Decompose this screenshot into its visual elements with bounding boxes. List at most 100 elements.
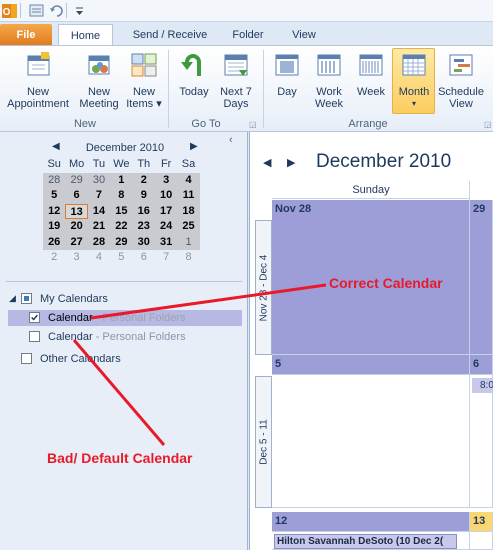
weekday-header: Tu bbox=[92, 158, 106, 170]
calendar-prev-icon[interactable]: ◀ bbox=[263, 156, 271, 169]
calendar-next-icon[interactable]: ▶ bbox=[287, 156, 295, 169]
mini-cal-day[interactable]: 3 bbox=[65, 250, 87, 266]
mini-cal-day[interactable]: 19 bbox=[43, 219, 66, 235]
day-cell-12-header[interactable]: 12 bbox=[272, 512, 470, 532]
day-number: 13 bbox=[473, 515, 486, 527]
annotation-bad-calendar: Bad/ Default Calendar bbox=[47, 450, 193, 466]
expand-my-calendars-icon[interactable]: ◢ bbox=[9, 293, 16, 304]
mini-cal-day[interactable]: 9 bbox=[132, 188, 155, 204]
calendar-1-checkbox[interactable] bbox=[29, 312, 40, 323]
day-view-button[interactable]: Day bbox=[268, 50, 306, 98]
new-appointment-icon bbox=[27, 52, 50, 76]
mini-cal-day[interactable]: 1 bbox=[110, 172, 133, 188]
my-calendars-group-checkbox[interactable] bbox=[21, 293, 32, 304]
week-rail-1[interactable]: Nov 28 - Dec 4 bbox=[255, 220, 272, 355]
week-range-label: Nov 28 - Dec 4 bbox=[258, 254, 269, 321]
undo-icon[interactable] bbox=[48, 2, 65, 19]
new-items-label-2: Items ▾ bbox=[126, 98, 162, 110]
calendar-2-item[interactable]: Calendar - Personal Folders bbox=[48, 331, 186, 343]
mini-cal-day[interactable]: 18 bbox=[177, 203, 200, 219]
schedule-view-button[interactable]: Schedule View bbox=[436, 50, 486, 110]
customize-toolbar-icon[interactable] bbox=[71, 2, 88, 19]
mini-cal-next-icon[interactable]: ▶ bbox=[190, 141, 198, 152]
mini-cal-day[interactable]: 27 bbox=[65, 234, 88, 250]
week-rail-2[interactable]: Dec 5 - 11 bbox=[255, 376, 272, 508]
event-chip[interactable]: 8:0 bbox=[472, 378, 493, 393]
today-button[interactable]: Today bbox=[172, 50, 216, 98]
outlook-logo-icon[interactable]: O bbox=[1, 2, 18, 19]
day-number: Nov 28 bbox=[275, 203, 312, 215]
mini-cal-day[interactable]: 8 bbox=[177, 250, 199, 266]
mini-cal-day[interactable]: 22 bbox=[110, 219, 133, 235]
mini-cal-day[interactable]: 23 bbox=[132, 219, 155, 235]
mini-cal-day[interactable]: 30 bbox=[87, 172, 111, 188]
new-meeting-button[interactable]: New Meeting bbox=[76, 50, 122, 110]
mini-cal-day[interactable]: 15 bbox=[110, 203, 133, 219]
day-cell-5[interactable] bbox=[272, 375, 470, 508]
month-view-button[interactable]: Month ▾ bbox=[393, 50, 435, 110]
mini-cal-day[interactable]: 20 bbox=[65, 219, 88, 235]
weekday-header: Th bbox=[137, 158, 151, 170]
mini-cal-day[interactable]: 26 bbox=[43, 234, 66, 250]
tab-view[interactable]: View bbox=[282, 24, 326, 46]
other-calendars-checkbox[interactable] bbox=[21, 353, 32, 364]
day-cell-13-today[interactable]: 13 bbox=[470, 512, 493, 532]
mini-cal-day[interactable]: 30 bbox=[132, 234, 155, 250]
other-calendars-label[interactable]: Other Calendars bbox=[40, 353, 121, 365]
tab-file[interactable]: File bbox=[0, 24, 52, 46]
mini-cal-today[interactable]: 13 bbox=[65, 203, 88, 219]
mini-cal-day[interactable]: 31 bbox=[154, 234, 178, 250]
mini-cal-day[interactable]: 5 bbox=[110, 250, 132, 266]
day-cell-13[interactable] bbox=[470, 532, 493, 550]
mini-cal-day[interactable]: 24 bbox=[154, 219, 178, 235]
new-items-button[interactable]: New Items ▾ bbox=[123, 50, 165, 110]
goto-dialog-launcher-icon[interactable]: ◲ bbox=[249, 120, 257, 129]
day-cell-5-header[interactable]: 5 bbox=[272, 355, 470, 375]
mini-cal-day[interactable]: 29 bbox=[65, 172, 88, 188]
send-receive-icon[interactable] bbox=[28, 2, 45, 19]
day-cell-12[interactable]: Hilton Savannah DeSoto (10 Dec 2( bbox=[272, 532, 470, 550]
new-appointment-label-1: New bbox=[26, 86, 49, 98]
mini-cal-day[interactable]: 6 bbox=[65, 188, 88, 204]
tab-send-receive[interactable]: Send / Receive bbox=[124, 24, 216, 46]
mini-cal-day[interactable]: 2 bbox=[132, 172, 155, 188]
work-week-button[interactable]: Work Week bbox=[309, 50, 349, 110]
event-hilton-savannah[interactable]: Hilton Savannah DeSoto (10 Dec 2( bbox=[274, 534, 457, 549]
mini-cal-day[interactable]: 10 bbox=[154, 188, 178, 204]
calendar-1-suffix: - Personal Folders bbox=[92, 312, 186, 324]
week-view-button[interactable]: Week bbox=[352, 50, 390, 98]
mini-cal-day[interactable]: 8 bbox=[110, 188, 133, 204]
mini-cal-day[interactable]: 6 bbox=[133, 250, 155, 266]
mini-cal-day[interactable]: 1 bbox=[177, 234, 200, 250]
mini-cal-day[interactable]: 14 bbox=[87, 203, 111, 219]
mini-cal-day[interactable]: 5 bbox=[43, 188, 66, 204]
title-bar: O bbox=[0, 0, 493, 22]
mini-cal-day[interactable]: 7 bbox=[87, 188, 111, 204]
mini-cal-day[interactable]: 28 bbox=[87, 234, 111, 250]
mini-cal-day[interactable]: 4 bbox=[88, 250, 110, 266]
arrange-dialog-launcher-icon[interactable]: ◲ bbox=[484, 120, 492, 129]
mini-cal-day[interactable]: 3 bbox=[154, 172, 178, 188]
day-cell-6[interactable]: 8:0 bbox=[470, 375, 493, 508]
calendar-1-item[interactable]: Calendar - Personal Folders bbox=[48, 312, 186, 324]
next-7-days-button[interactable]: Next 7 Days bbox=[216, 50, 256, 110]
mini-cal-day[interactable]: 7 bbox=[155, 250, 177, 266]
mini-cal-day[interactable]: 2 bbox=[43, 250, 65, 266]
day-cell-6-header[interactable]: 6 bbox=[470, 355, 493, 375]
mini-cal-day[interactable]: 21 bbox=[87, 219, 111, 235]
mini-cal-day[interactable]: 28 bbox=[43, 172, 66, 188]
tab-folder[interactable]: Folder bbox=[224, 24, 272, 46]
mini-cal-day[interactable]: 11 bbox=[177, 188, 200, 204]
mini-cal-day[interactable]: 29 bbox=[110, 234, 133, 250]
collapse-pane-icon[interactable]: ‹ bbox=[229, 134, 233, 146]
mini-cal-day[interactable]: 16 bbox=[132, 203, 155, 219]
calendar-2-checkbox[interactable] bbox=[29, 331, 40, 342]
mini-cal-day[interactable]: 12 bbox=[43, 203, 66, 219]
new-appointment-button[interactable]: New Appointment bbox=[2, 50, 74, 110]
mini-cal-day[interactable]: 4 bbox=[177, 172, 200, 188]
day-cell-29[interactable]: 29 bbox=[470, 200, 493, 355]
mini-cal-day[interactable]: 25 bbox=[177, 219, 200, 235]
my-calendars-label[interactable]: My Calendars bbox=[40, 293, 108, 305]
mini-cal-day[interactable]: 17 bbox=[154, 203, 178, 219]
weekday-header: Su bbox=[47, 158, 61, 170]
